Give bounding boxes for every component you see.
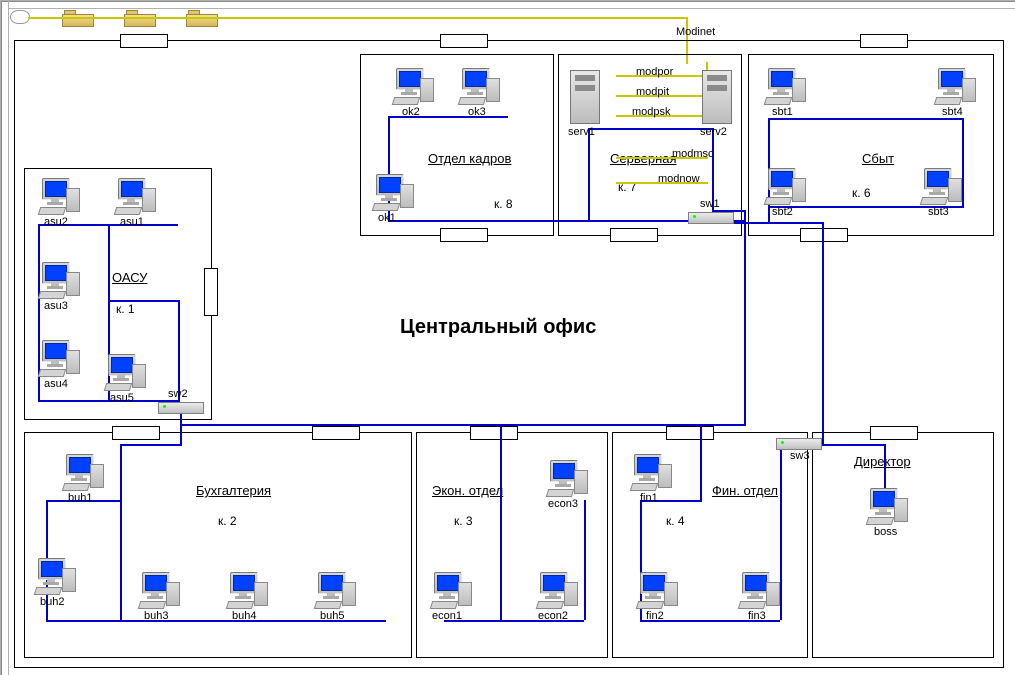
label-ok3: ok3 bbox=[468, 106, 486, 118]
pc-icon bbox=[36, 178, 80, 214]
pc-icon bbox=[102, 354, 146, 390]
door-icon bbox=[440, 34, 488, 48]
pc-icon bbox=[428, 572, 472, 608]
label-econ2: econ2 bbox=[538, 610, 568, 622]
cloud-icon bbox=[10, 10, 30, 24]
pc-icon bbox=[36, 262, 80, 298]
door-icon bbox=[112, 426, 160, 440]
room-title-fin: Фин. отдел bbox=[712, 483, 778, 498]
label-buh5: buh5 bbox=[320, 610, 344, 622]
pc-icon bbox=[736, 572, 780, 608]
diagram-title: Центральный офис bbox=[400, 316, 596, 339]
label-modinet: Modinet bbox=[676, 26, 715, 38]
door-icon bbox=[312, 426, 360, 440]
door-icon bbox=[610, 228, 658, 242]
pc-icon bbox=[224, 572, 268, 608]
label-sw3: sw3 bbox=[790, 450, 810, 462]
label-asu5: asu5 bbox=[110, 392, 134, 404]
label-sw2: sw2 bbox=[168, 388, 188, 400]
label-sbt2: sbt2 bbox=[772, 206, 793, 218]
door-icon bbox=[860, 34, 908, 48]
label-ok2: ok2 bbox=[402, 106, 420, 118]
door-icon bbox=[204, 268, 218, 316]
pc-icon bbox=[136, 572, 180, 608]
room-num-fin: к. 4 bbox=[666, 514, 685, 528]
label-modpit: modpit bbox=[636, 86, 669, 98]
label-asu4: asu4 bbox=[44, 378, 68, 390]
room-num-acct: к. 2 bbox=[218, 514, 237, 528]
pc-icon bbox=[864, 488, 908, 524]
label-sbt3: sbt3 bbox=[928, 206, 949, 218]
label-modnow: modnow bbox=[658, 173, 700, 185]
room-title-acct: Бухгалтерия bbox=[196, 483, 271, 498]
pc-icon bbox=[456, 68, 500, 104]
room-num-hr: к. 8 bbox=[494, 197, 513, 211]
label-asu3: asu3 bbox=[44, 300, 68, 312]
label-ok1: ok1 bbox=[378, 212, 396, 224]
pc-icon bbox=[932, 68, 976, 104]
door-icon bbox=[870, 426, 918, 440]
label-buh2: buh2 bbox=[40, 596, 64, 608]
room-num-oasy: к. 1 bbox=[116, 302, 135, 316]
pc-icon bbox=[370, 174, 414, 210]
door-icon bbox=[470, 426, 518, 440]
label-buh3: buh3 bbox=[144, 610, 168, 622]
switch-icon bbox=[776, 438, 822, 450]
pc-icon bbox=[312, 572, 356, 608]
pc-icon bbox=[634, 572, 678, 608]
pc-icon bbox=[390, 68, 434, 104]
null-ruler-h bbox=[0, 0, 1015, 9]
door-icon bbox=[666, 426, 714, 440]
label-asu2: asu2 bbox=[44, 216, 68, 228]
server-icon bbox=[702, 70, 732, 124]
pc-icon bbox=[628, 454, 672, 490]
label-asu1: asu1 bbox=[120, 216, 144, 228]
room-num-econ: к. 3 bbox=[454, 514, 473, 528]
label-sw1: sw1 bbox=[700, 198, 720, 210]
room-num-sales: к. 6 bbox=[852, 186, 871, 200]
door-icon bbox=[120, 34, 168, 48]
pc-icon bbox=[60, 454, 104, 490]
pc-icon bbox=[762, 168, 806, 204]
switch-icon bbox=[158, 402, 204, 414]
null-ruler-v bbox=[0, 0, 9, 675]
pc-icon bbox=[534, 572, 578, 608]
label-fin1: fin1 bbox=[640, 492, 658, 504]
pc-icon bbox=[36, 340, 80, 376]
room-title-econ: Экон. отдел bbox=[432, 483, 503, 498]
label-modmsc: modmsc bbox=[672, 148, 714, 160]
server-icon bbox=[570, 70, 600, 124]
label-boss: boss bbox=[874, 526, 897, 538]
label-econ1: econ1 bbox=[432, 610, 462, 622]
label-fin2: fin2 bbox=[646, 610, 664, 622]
label-buh1: buh1 bbox=[68, 492, 92, 504]
pc-icon bbox=[544, 460, 588, 496]
pc-icon bbox=[918, 168, 962, 204]
switch-icon bbox=[688, 212, 734, 224]
room-title-sales: Сбыт bbox=[862, 151, 894, 166]
room-title-oasy: ОАСУ bbox=[112, 270, 147, 285]
label-modpor: modpor bbox=[636, 66, 673, 78]
label-fin3: fin3 bbox=[748, 610, 766, 622]
label-modpsk: modpsk bbox=[632, 106, 671, 118]
pc-icon bbox=[762, 68, 806, 104]
pc-icon bbox=[112, 178, 156, 214]
door-icon bbox=[800, 228, 848, 242]
label-sbt1: sbt1 bbox=[772, 106, 793, 118]
label-buh4: buh4 bbox=[232, 610, 256, 622]
label-econ3: econ3 bbox=[548, 498, 578, 510]
room-title-dir: Директор bbox=[854, 454, 911, 469]
label-serv2: serv2 bbox=[700, 126, 727, 138]
pc-icon bbox=[32, 558, 76, 594]
label-sbt4: sbt4 bbox=[942, 106, 963, 118]
label-serv1: serv1 bbox=[568, 126, 595, 138]
door-icon bbox=[440, 228, 488, 242]
room-title-hr: Отдел кадров bbox=[428, 151, 511, 166]
